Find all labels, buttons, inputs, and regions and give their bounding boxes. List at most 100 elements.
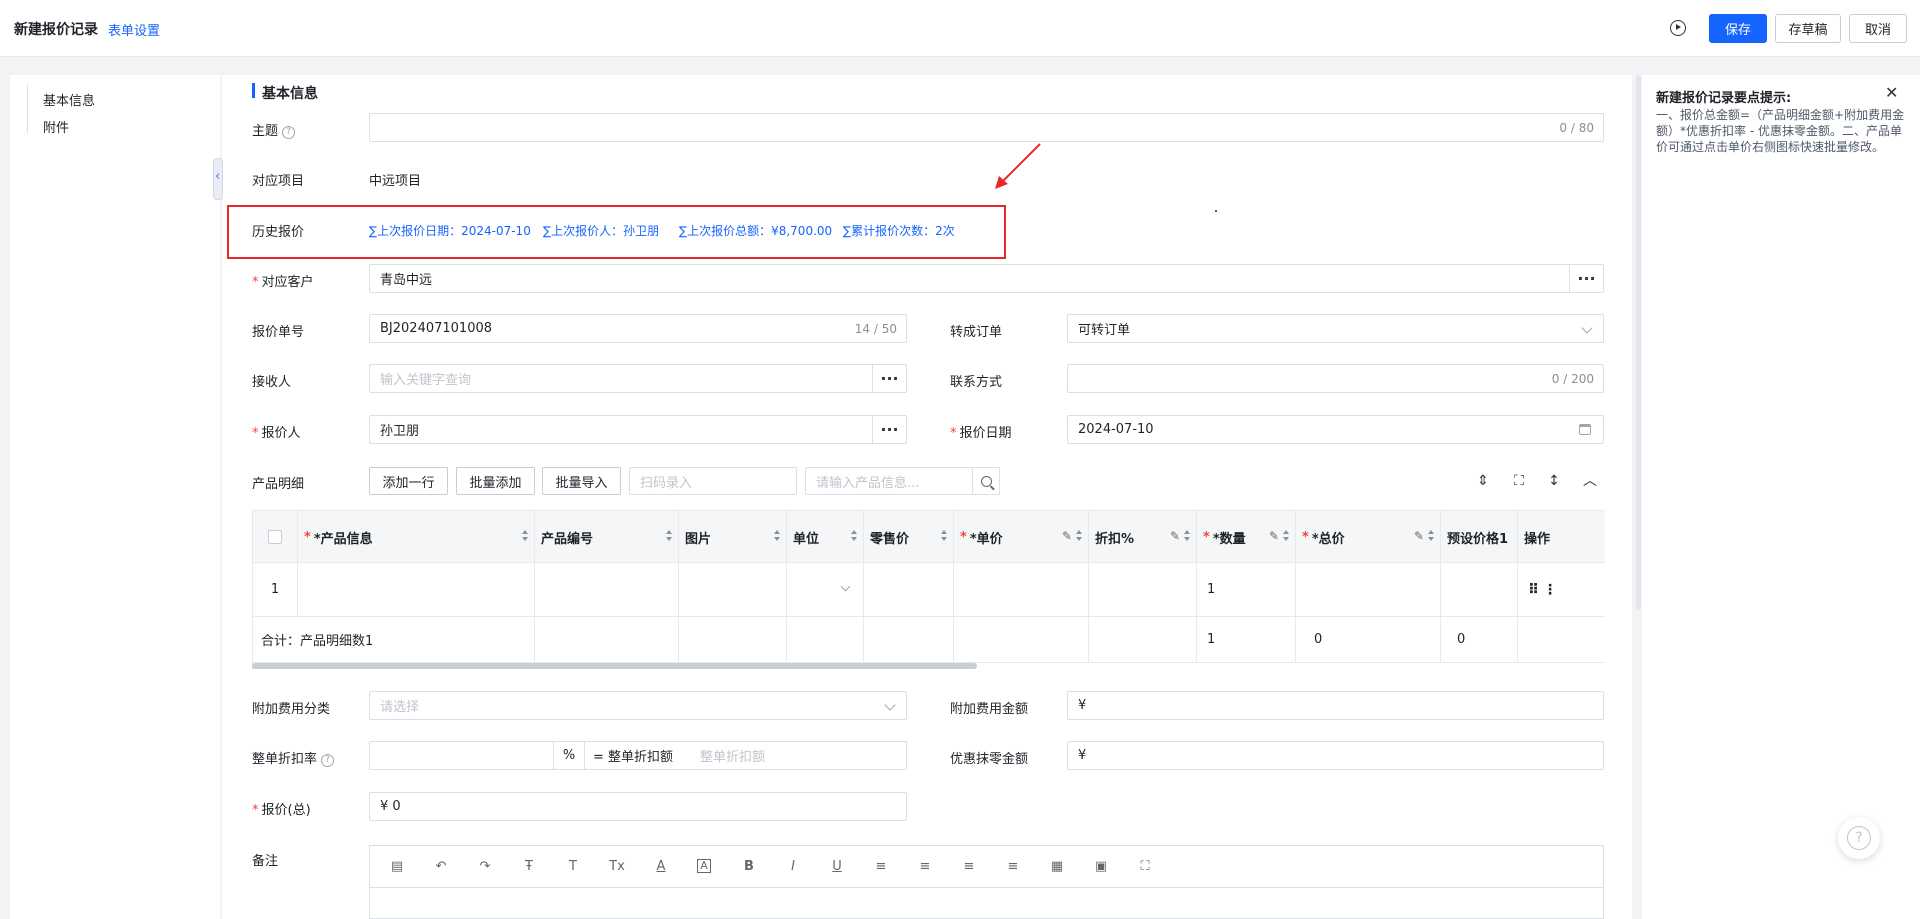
add-row-button[interactable]: 添加一行	[369, 467, 448, 495]
drag-handle-icon[interactable]: ⠿	[1528, 582, 1539, 598]
batch-import-button[interactable]: 批量导入	[542, 467, 621, 495]
th-label: *产品信息	[313, 531, 373, 547]
collapse-nav-handle[interactable]	[213, 158, 223, 200]
page-scrollbar[interactable]	[1636, 75, 1641, 610]
row-height-icon[interactable]: ⇕	[1475, 473, 1491, 489]
product-info-cell[interactable]	[298, 563, 535, 616]
sort-icon	[851, 530, 857, 542]
more-vertical-icon[interactable]: ⋮	[1543, 582, 1557, 598]
more-icon[interactable]: ···	[872, 364, 906, 393]
sort-icon	[1428, 530, 1434, 542]
row-actions[interactable]: ⠿ ⋮	[1518, 563, 1605, 616]
history-last-date[interactable]: ∑上次报价日期：2024-07-10	[369, 222, 531, 239]
expand-vertical-icon[interactable]: ↕	[1546, 473, 1562, 489]
th-preset-price[interactable]: 预设价格1	[1441, 511, 1518, 563]
close-icon[interactable]: ✕	[1885, 83, 1898, 102]
th-discount[interactable]: 折扣% ✎	[1089, 511, 1197, 563]
quantity-cell[interactable]: 1	[1197, 563, 1296, 616]
receiver-input[interactable]: 输入关键字查询 ···	[369, 364, 907, 393]
nav-item-basic-info[interactable]: 基本信息	[43, 90, 95, 109]
font-size-icon[interactable]: T	[565, 859, 581, 875]
chevron-down-icon	[884, 699, 896, 711]
clear-format-icon[interactable]: Tx	[609, 859, 625, 875]
save-draft-button[interactable]: 存草稿	[1775, 14, 1841, 43]
discount-rate-input[interactable]	[369, 741, 554, 770]
to-order-select[interactable]: 可转订单	[1067, 314, 1604, 343]
font-color-icon[interactable]: A	[653, 859, 669, 875]
th-product-info[interactable]: * *产品信息	[298, 511, 535, 563]
chevron-up-icon[interactable]: ︿	[1582, 473, 1598, 489]
undo-icon[interactable]: ↶	[433, 859, 449, 875]
contact-input[interactable]: 0 / 200	[1067, 364, 1604, 393]
quote-date-input[interactable]: 2024-07-10	[1067, 415, 1604, 444]
discount-cell[interactable]	[1089, 563, 1197, 616]
history-last-quoter[interactable]: ∑上次报价人：孙卫朋	[543, 222, 659, 239]
fullscreen-icon[interactable]: ⛶	[1137, 859, 1153, 875]
history-last-total[interactable]: ∑上次报价总额：¥8,700.00	[679, 222, 832, 239]
th-unit[interactable]: 单位	[787, 511, 864, 563]
help-button[interactable]: ?	[1838, 817, 1880, 859]
align-right-icon[interactable]: ≡	[961, 859, 977, 875]
th-retail-price[interactable]: 零售价	[864, 511, 954, 563]
batch-add-button[interactable]: 批量添加	[456, 467, 535, 495]
preview-icon[interactable]	[1670, 20, 1686, 36]
history-count[interactable]: ∑累计报价次数：2次	[843, 222, 955, 239]
help-icon[interactable]: ?	[321, 754, 335, 767]
cancel-button[interactable]: 取消	[1849, 14, 1907, 43]
align-left-icon[interactable]: ≡	[873, 859, 889, 875]
quoter-input[interactable]: 孙卫朋 ···	[369, 415, 907, 444]
redo-icon[interactable]: ↷	[477, 859, 493, 875]
subject-input[interactable]: 0 / 80	[369, 113, 1604, 142]
edit-icon[interactable]: ✎	[1414, 529, 1424, 543]
th-label: 产品编号	[541, 531, 594, 547]
background-color-icon[interactable]: A	[697, 859, 711, 873]
image-icon[interactable]: ▣	[1093, 859, 1109, 875]
unit-cell[interactable]	[787, 563, 864, 616]
quote-no-input[interactable]: BJ202407101008 14 / 50	[369, 314, 907, 343]
edit-icon[interactable]: ✎	[1170, 529, 1180, 543]
table-icon[interactable]: ▦	[1049, 859, 1065, 875]
total-cell[interactable]	[1296, 563, 1441, 616]
underline-icon[interactable]: U	[829, 859, 845, 875]
format-painter-icon[interactable]: ▤	[389, 859, 405, 875]
scan-input[interactable]: 扫码录入	[629, 467, 797, 495]
summary-label: 合计：产品明细数1	[253, 617, 535, 662]
search-button[interactable]	[973, 467, 1000, 495]
extra-amount-input[interactable]: ¥	[1067, 691, 1604, 720]
bold-icon[interactable]: B	[741, 859, 757, 875]
extra-category-select[interactable]: 请选择	[369, 691, 907, 720]
th-unit-price[interactable]: * *单价 ✎	[954, 511, 1089, 563]
form-settings-link[interactable]: 表单设置	[108, 20, 160, 39]
save-button[interactable]: 保存	[1709, 14, 1767, 43]
th-label: *数量	[1212, 531, 1246, 547]
justify-icon[interactable]: ≡	[1005, 859, 1021, 875]
discount-eq-label: = 整单折扣额	[593, 750, 674, 765]
more-icon[interactable]: ···	[1569, 264, 1603, 293]
image-cell[interactable]	[679, 563, 787, 616]
nav-item-attachments[interactable]: 附件	[43, 117, 69, 136]
th-label: 折扣%	[1095, 531, 1135, 547]
th-quantity[interactable]: * *数量 ✎	[1197, 511, 1296, 563]
edit-icon[interactable]: ✎	[1062, 529, 1072, 543]
rounding-input[interactable]: ¥	[1067, 741, 1604, 770]
discount-amount-input[interactable]: = 整单折扣额 整单折扣额	[584, 741, 907, 770]
italic-icon[interactable]: I	[785, 859, 801, 875]
fullscreen-icon[interactable]: ⛶	[1511, 473, 1527, 489]
product-search-input[interactable]: 请输入产品信息...	[805, 467, 973, 495]
strikethrough-icon[interactable]: Ŧ	[521, 859, 537, 875]
edit-icon[interactable]: ✎	[1269, 529, 1279, 543]
th-image[interactable]: 图片	[679, 511, 787, 563]
table-horizontal-scrollbar[interactable]	[252, 663, 977, 669]
unit-price-cell[interactable]	[954, 563, 1089, 616]
th-product-code[interactable]: 产品编号	[535, 511, 679, 563]
help-icon[interactable]: ?	[282, 126, 296, 139]
align-center-icon[interactable]: ≡	[917, 859, 933, 875]
th-label: *总价	[1311, 531, 1345, 547]
contact-label: 联系方式	[950, 375, 1003, 390]
th-total[interactable]: * *总价 ✎	[1296, 511, 1441, 563]
customer-input[interactable]: 青岛中远 ···	[369, 264, 1604, 293]
more-icon[interactable]: ···	[872, 415, 906, 444]
remark-editor[interactable]: ▤ ↶ ↷ Ŧ T Tx A A B I U ≡ ≡ ≡ ≡ ▦ ▣ ⛶	[369, 845, 1604, 919]
select-all-checkbox[interactable]	[268, 530, 282, 544]
total-input[interactable]: ¥ 0	[369, 792, 907, 821]
